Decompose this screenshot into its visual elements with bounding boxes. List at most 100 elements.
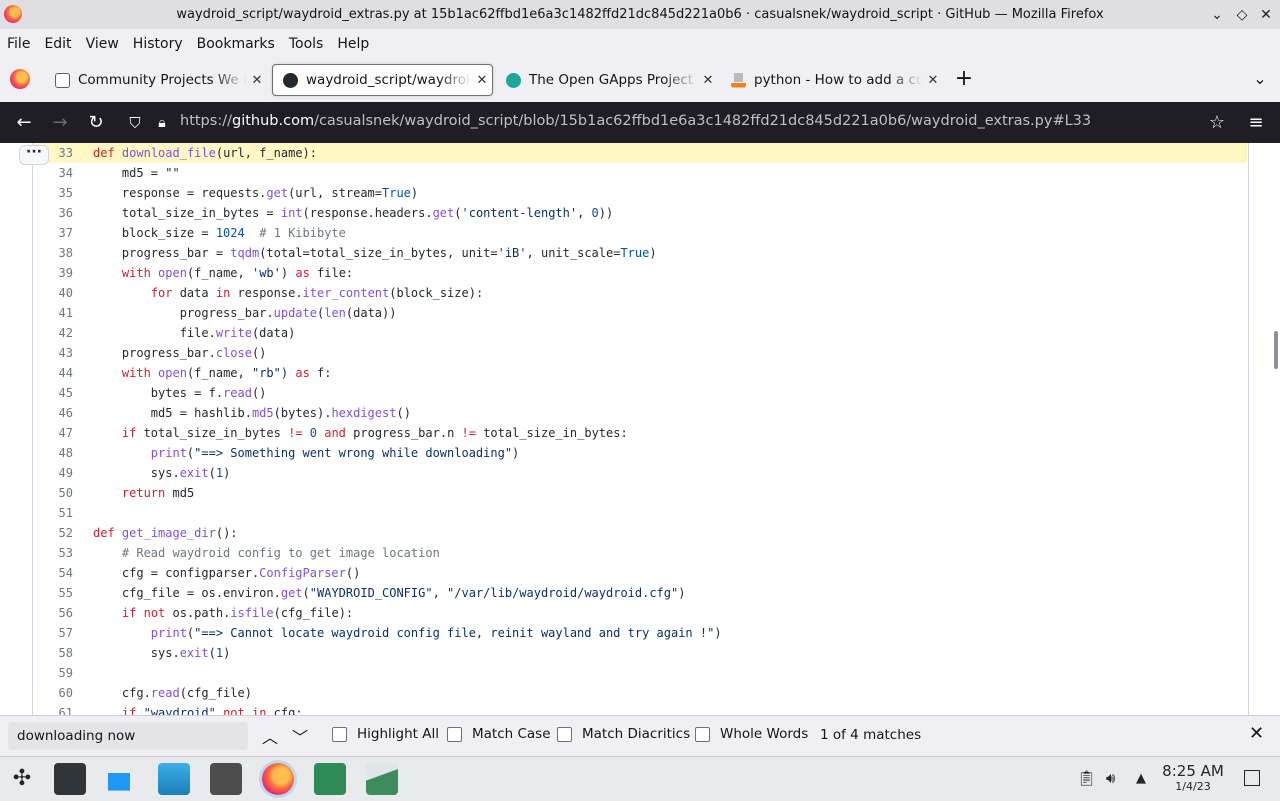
code-line: 40 for data in response.iter_content(blo… <box>33 283 1247 303</box>
line-number[interactable]: 51 <box>33 503 73 523</box>
find-bar: ︿ ﹀ Highlight All Match Case Match Diacr… <box>0 715 1280 757</box>
menu-edit[interactable]: Edit <box>37 36 78 52</box>
tray-expand-icon[interactable]: ▲ <box>1136 771 1146 786</box>
clock[interactable]: 8:25 AM 1/4/23 <box>1160 762 1226 794</box>
firefox-taskbar-icon[interactable] <box>262 763 294 795</box>
tab-stackoverflow[interactable]: python - How to add a custom ✕ <box>721 64 943 96</box>
line-number[interactable]: 61 <box>33 703 73 715</box>
code-line: 55 cfg_file = os.environ.get("WAYDROID_C… <box>33 583 1247 603</box>
line-number[interactable]: 57 <box>33 623 73 643</box>
code-line: 61 if "waydroid" not in cfg: <box>33 703 1247 715</box>
window-titlebar: waydroid_script/waydroid_extras.py at 15… <box>0 0 1280 29</box>
code-text: if "waydroid" not in cfg: <box>121 706 303 715</box>
code-text: return md5 <box>121 486 195 500</box>
line-number[interactable]: 34 <box>33 163 73 183</box>
tab-waydroid-script[interactable]: waydroid_script/waydroid_extras.py ✕ <box>272 64 493 96</box>
match-diacritics-checkbox[interactable]: Match Diacritics <box>557 726 690 742</box>
minimize-icon[interactable]: ⌄ <box>1207 5 1227 25</box>
url-bar[interactable]: https://github.com/casualsnek/waydroid_s… <box>180 113 1091 129</box>
line-number[interactable]: 43 <box>33 343 73 363</box>
code-line: 43 progress_bar.close() <box>33 343 1247 363</box>
line-number[interactable]: 58 <box>33 643 73 663</box>
find-input[interactable] <box>8 722 248 750</box>
app-menu-icon[interactable]: ≡ <box>1241 102 1271 143</box>
menu-help[interactable]: Help <box>330 36 376 52</box>
bookmark-star-icon[interactable]: ☆ <box>1202 102 1232 143</box>
code-text: with open(f_name, 'wb') as file: <box>121 266 354 280</box>
menu-history[interactable]: History <box>126 36 190 52</box>
find-previous-icon[interactable]: ︿ <box>259 724 281 748</box>
clipboard-icon[interactable]: 📋︎ <box>1077 769 1096 787</box>
line-number[interactable]: 44 <box>33 363 73 383</box>
line-number[interactable]: 41 <box>33 303 73 323</box>
highlight-all-checkbox[interactable]: Highlight All <box>332 726 439 742</box>
line-number[interactable]: 47 <box>33 423 73 443</box>
menu-bookmarks[interactable]: Bookmarks <box>190 36 282 52</box>
line-options-button[interactable]: ··· <box>19 145 49 165</box>
line-number[interactable]: 38 <box>33 243 73 263</box>
line-number[interactable]: 54 <box>33 563 73 583</box>
menu-tools[interactable]: Tools <box>282 36 331 52</box>
terminal-icon[interactable] <box>210 763 242 795</box>
line-number[interactable]: 53 <box>33 543 73 563</box>
list-all-tabs-icon[interactable]: ⌄ <box>1250 69 1270 89</box>
firefox-view-icon[interactable] <box>10 69 30 89</box>
system-info-icon[interactable] <box>314 763 346 795</box>
line-number[interactable]: 55 <box>33 583 73 603</box>
line-number[interactable]: 36 <box>33 203 73 223</box>
menu-file[interactable]: File <box>0 36 37 52</box>
code-line: 56 if not os.path.isfile(cfg_file): <box>33 603 1247 623</box>
close-find-bar-icon[interactable]: ✕ <box>1249 723 1264 744</box>
show-desktop-icon[interactable] <box>1244 770 1260 786</box>
system-monitor-icon[interactable] <box>366 763 398 795</box>
code-text: for data in response.iter_content(block_… <box>150 286 484 300</box>
code-text: md5 = hashlib.md5(bytes).hexdigest() <box>93 406 411 420</box>
line-number[interactable]: 40 <box>33 283 73 303</box>
file-manager-icon[interactable] <box>158 763 190 795</box>
clock-date: 1/4/23 <box>1175 780 1211 793</box>
volume-icon[interactable]: 🔊︎ <box>1106 769 1115 787</box>
discover-store-icon[interactable] <box>106 763 138 795</box>
find-next-icon[interactable]: ﹀ <box>289 724 311 748</box>
match-case-checkbox[interactable]: Match Case <box>447 726 551 742</box>
tab-open-gapps[interactable]: The Open GApps Project ✕ <box>496 64 718 96</box>
line-number[interactable]: 50 <box>33 483 73 503</box>
line-number[interactable]: 48 <box>33 443 73 463</box>
line-number[interactable]: 56 <box>33 603 73 623</box>
line-number[interactable]: 60 <box>33 683 73 703</box>
code-line: 46 md5 = hashlib.md5(bytes).hexdigest() <box>33 403 1247 423</box>
page-scrollbar[interactable] <box>1274 331 1278 369</box>
line-number[interactable]: 46 <box>33 403 73 423</box>
tab-community-projects[interactable]: Community Projects We Like ✕ <box>45 64 267 96</box>
line-number[interactable]: 52 <box>33 523 73 543</box>
close-window-icon[interactable]: ✕ <box>1256 5 1276 25</box>
menu-view[interactable]: View <box>79 36 126 52</box>
reload-icon[interactable]: ↻ <box>81 102 111 143</box>
new-tab-icon[interactable]: + <box>954 68 974 90</box>
code-text: progress_bar.update(len(data)) <box>93 306 397 320</box>
line-number[interactable]: 35 <box>33 183 73 203</box>
tab-close-icon[interactable]: ✕ <box>247 73 267 88</box>
line-number[interactable]: 39 <box>33 263 73 283</box>
whole-words-checkbox[interactable]: Whole Words <box>695 726 808 742</box>
tab-close-icon[interactable]: ✕ <box>472 73 492 88</box>
line-number[interactable]: 45 <box>33 383 73 403</box>
line-number[interactable]: 49 <box>33 463 73 483</box>
line-number[interactable]: 42 <box>33 323 73 343</box>
application-launcher-icon[interactable]: ✣ <box>6 763 38 795</box>
tab-close-icon[interactable]: ✕ <box>923 73 943 88</box>
lock-icon[interactable]: 🔒︎ <box>147 102 177 143</box>
system-settings-icon[interactable] <box>54 763 86 795</box>
line-number[interactable]: 37 <box>33 223 73 243</box>
forward-icon[interactable]: → <box>45 102 75 143</box>
tab-close-icon[interactable]: ✕ <box>698 73 718 88</box>
code-line: 44 with open(f_name, "rb") as f: <box>33 363 1247 383</box>
code-line: 48 print("==> Something went wrong while… <box>33 443 1247 463</box>
line-number[interactable]: 59 <box>33 663 73 683</box>
code-line: 60 cfg.read(cfg_file) <box>33 683 1247 703</box>
window-title: waydroid_script/waydroid_extras.py at 15… <box>176 7 1104 22</box>
back-icon[interactable]: ← <box>9 102 39 143</box>
shield-icon[interactable]: ⛉ <box>120 102 150 143</box>
maximize-icon[interactable]: ◇ <box>1232 5 1252 25</box>
url-domain: github.com <box>231 113 315 129</box>
